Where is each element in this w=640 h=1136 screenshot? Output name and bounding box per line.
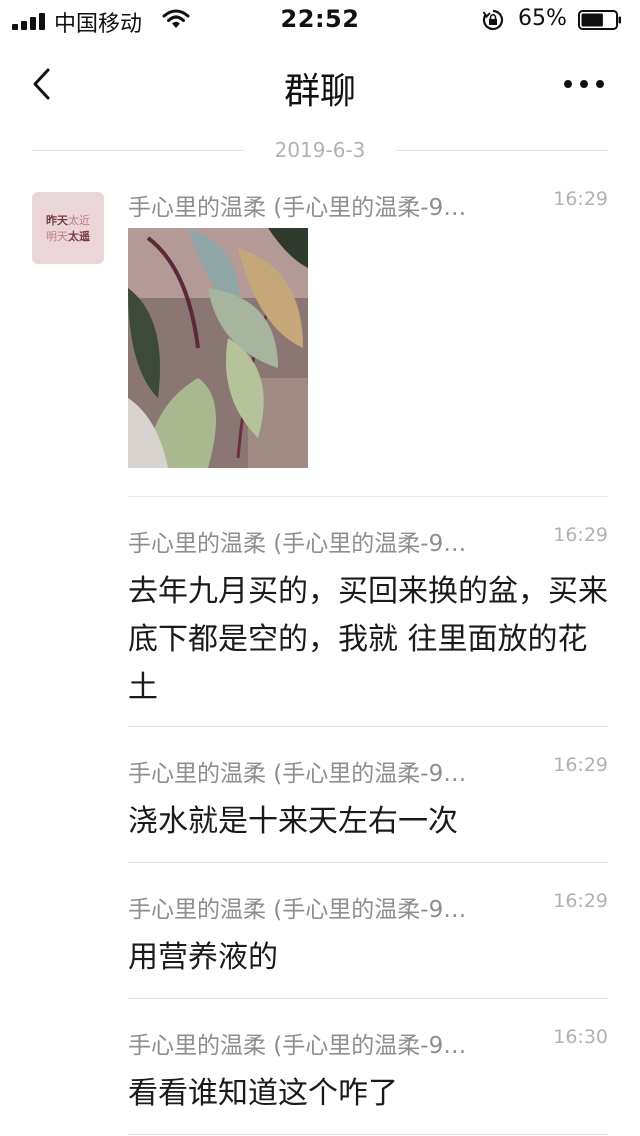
avatar-line-1: 昨天太近 xyxy=(32,214,104,227)
message-time: 16:30 xyxy=(553,1026,608,1048)
message-text[interactable]: 去年九月买的，买回来换的盆，买来底下都是空的，我就 往里面放的花土 xyxy=(128,568,608,712)
avatar-text-1b: 太近 xyxy=(68,214,90,227)
battery-percent: 65% xyxy=(518,6,567,31)
date-separator: 2019-6-3 xyxy=(32,136,608,166)
message-time: 16:29 xyxy=(553,524,608,546)
message-item: 手心里的温柔 (手心里的温柔-9… 16:30 看看谁知道这个咋了 xyxy=(128,1026,608,1116)
plant-photo-image xyxy=(128,228,308,468)
sender-name[interactable]: 手心里的温柔 (手心里的温柔-9… xyxy=(128,754,466,788)
avatar-line-2: 明天太遥 xyxy=(32,230,104,243)
sender-name[interactable]: 手心里的温柔 (手心里的温柔-9… xyxy=(128,188,466,222)
message-text[interactable]: 浇水就是十来天左右一次 xyxy=(128,798,608,846)
avatar-text-2b: 太遥 xyxy=(68,230,90,243)
message-divider xyxy=(128,862,608,863)
message-divider xyxy=(128,1134,608,1135)
sender-name[interactable]: 手心里的温柔 (手心里的温柔-9… xyxy=(128,1026,466,1060)
sender-name[interactable]: 手心里的温柔 (手心里的温柔-9… xyxy=(128,890,466,924)
avatar[interactable]: 昨天太近 明天太遥 xyxy=(32,192,104,264)
message-text[interactable]: 看看谁知道这个咋了 xyxy=(128,1070,608,1118)
message-item: 手心里的温柔 (手心里的温柔-9… 16:29 xyxy=(128,188,608,478)
message-item: 手心里的温柔 (手心里的温柔-9… 16:29 去年九月买的，买回来换的盆，买来… xyxy=(128,524,608,705)
message-time: 16:29 xyxy=(553,188,608,210)
message-divider xyxy=(128,496,608,497)
avatar-text-1a: 昨天 xyxy=(46,214,68,227)
message-text[interactable]: 用营养液的 xyxy=(128,934,608,982)
message-item: 手心里的温柔 (手心里的温柔-9… 16:29 浇水就是十来天左右一次 xyxy=(128,754,608,844)
page-title: 群聊 xyxy=(283,71,356,112)
avatar-text-2a: 明天 xyxy=(46,230,68,243)
rotation-lock-icon xyxy=(482,9,504,31)
message-item: 手心里的温柔 (手心里的温柔-9… 16:29 用营养液的 xyxy=(128,890,608,980)
battery-icon xyxy=(578,10,621,30)
date-separator-line-right xyxy=(396,150,608,151)
message-divider xyxy=(128,998,608,999)
sender-name[interactable]: 手心里的温柔 (手心里的温柔-9… xyxy=(128,524,466,558)
message-divider xyxy=(128,726,608,727)
message-time: 16:29 xyxy=(553,754,608,776)
message-photo[interactable] xyxy=(128,228,308,468)
nav-bar: 群聊 xyxy=(0,40,640,128)
more-icon[interactable] xyxy=(562,78,606,90)
message-time: 16:29 xyxy=(553,890,608,912)
status-bar: 中国移动 22:52 65% xyxy=(0,0,640,40)
